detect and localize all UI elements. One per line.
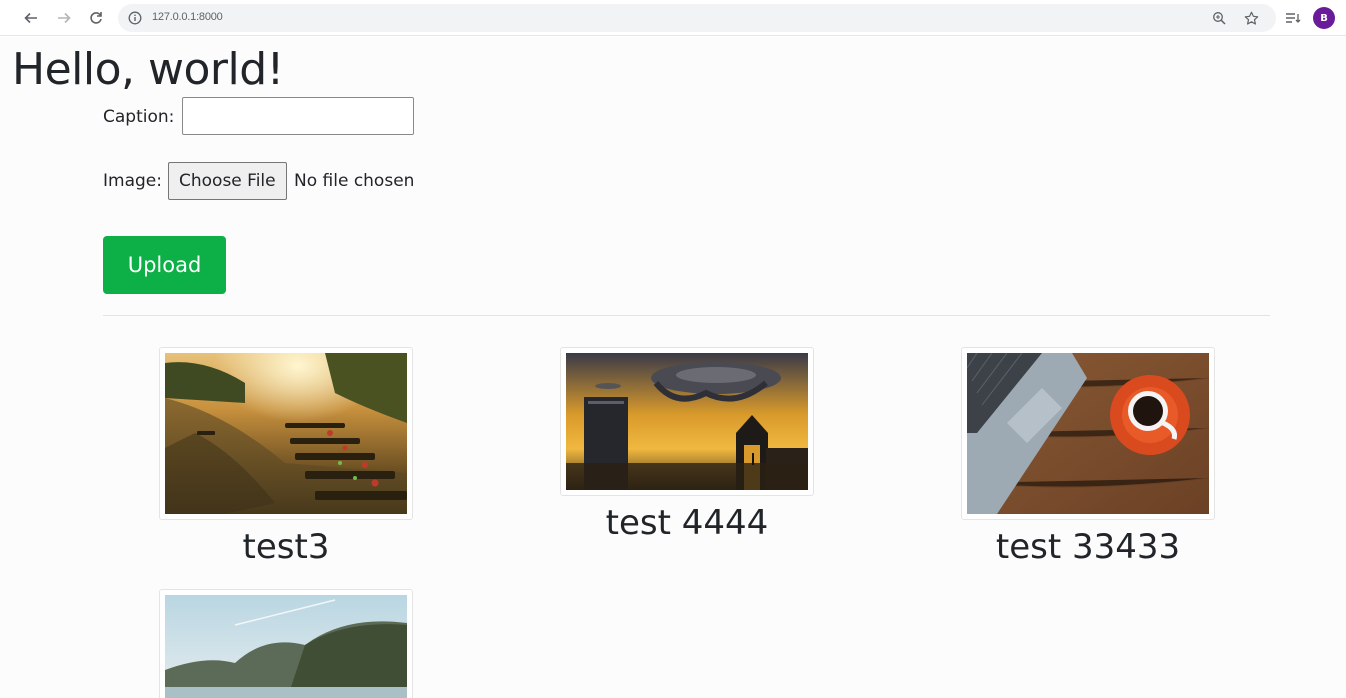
no-file-status: No file chosen [294, 171, 415, 191]
river-boats-image[interactable] [159, 347, 413, 520]
zoom-icon[interactable] [1212, 11, 1226, 30]
info-icon[interactable] [128, 11, 142, 30]
back-icon[interactable] [20, 7, 42, 29]
card-caption: test 4444 [605, 503, 769, 543]
forward-icon[interactable] [53, 7, 75, 29]
divider [103, 315, 1270, 316]
reading-list-icon[interactable] [1282, 7, 1304, 29]
url-text: 127.0.0.1:8000 [152, 11, 223, 23]
upload-button[interactable]: Upload [103, 236, 226, 294]
reload-icon[interactable] [85, 7, 107, 29]
card-caption: test 33433 [995, 527, 1181, 567]
choose-file-button[interactable]: Choose File [168, 162, 287, 200]
bookmark-star-icon[interactable] [1244, 11, 1259, 31]
card-caption: test3 [242, 527, 330, 567]
image-label: Image: [103, 171, 162, 191]
laptop-coffee-image[interactable] [961, 347, 1215, 520]
mountain-lake-image[interactable] [159, 589, 413, 698]
caption-label: Caption: [103, 107, 175, 127]
page-content: Hello, world! Caption: Image: Choose Fil… [0, 37, 1346, 698]
caption-input[interactable] [182, 97, 414, 135]
profile-avatar[interactable]: B [1313, 7, 1335, 29]
page-title: Hello, world! [12, 44, 284, 95]
browser-toolbar: 127.0.0.1:8000 B [0, 0, 1346, 36]
address-bar[interactable]: 127.0.0.1:8000 [118, 4, 1276, 32]
scifi-city-image[interactable] [560, 347, 814, 496]
